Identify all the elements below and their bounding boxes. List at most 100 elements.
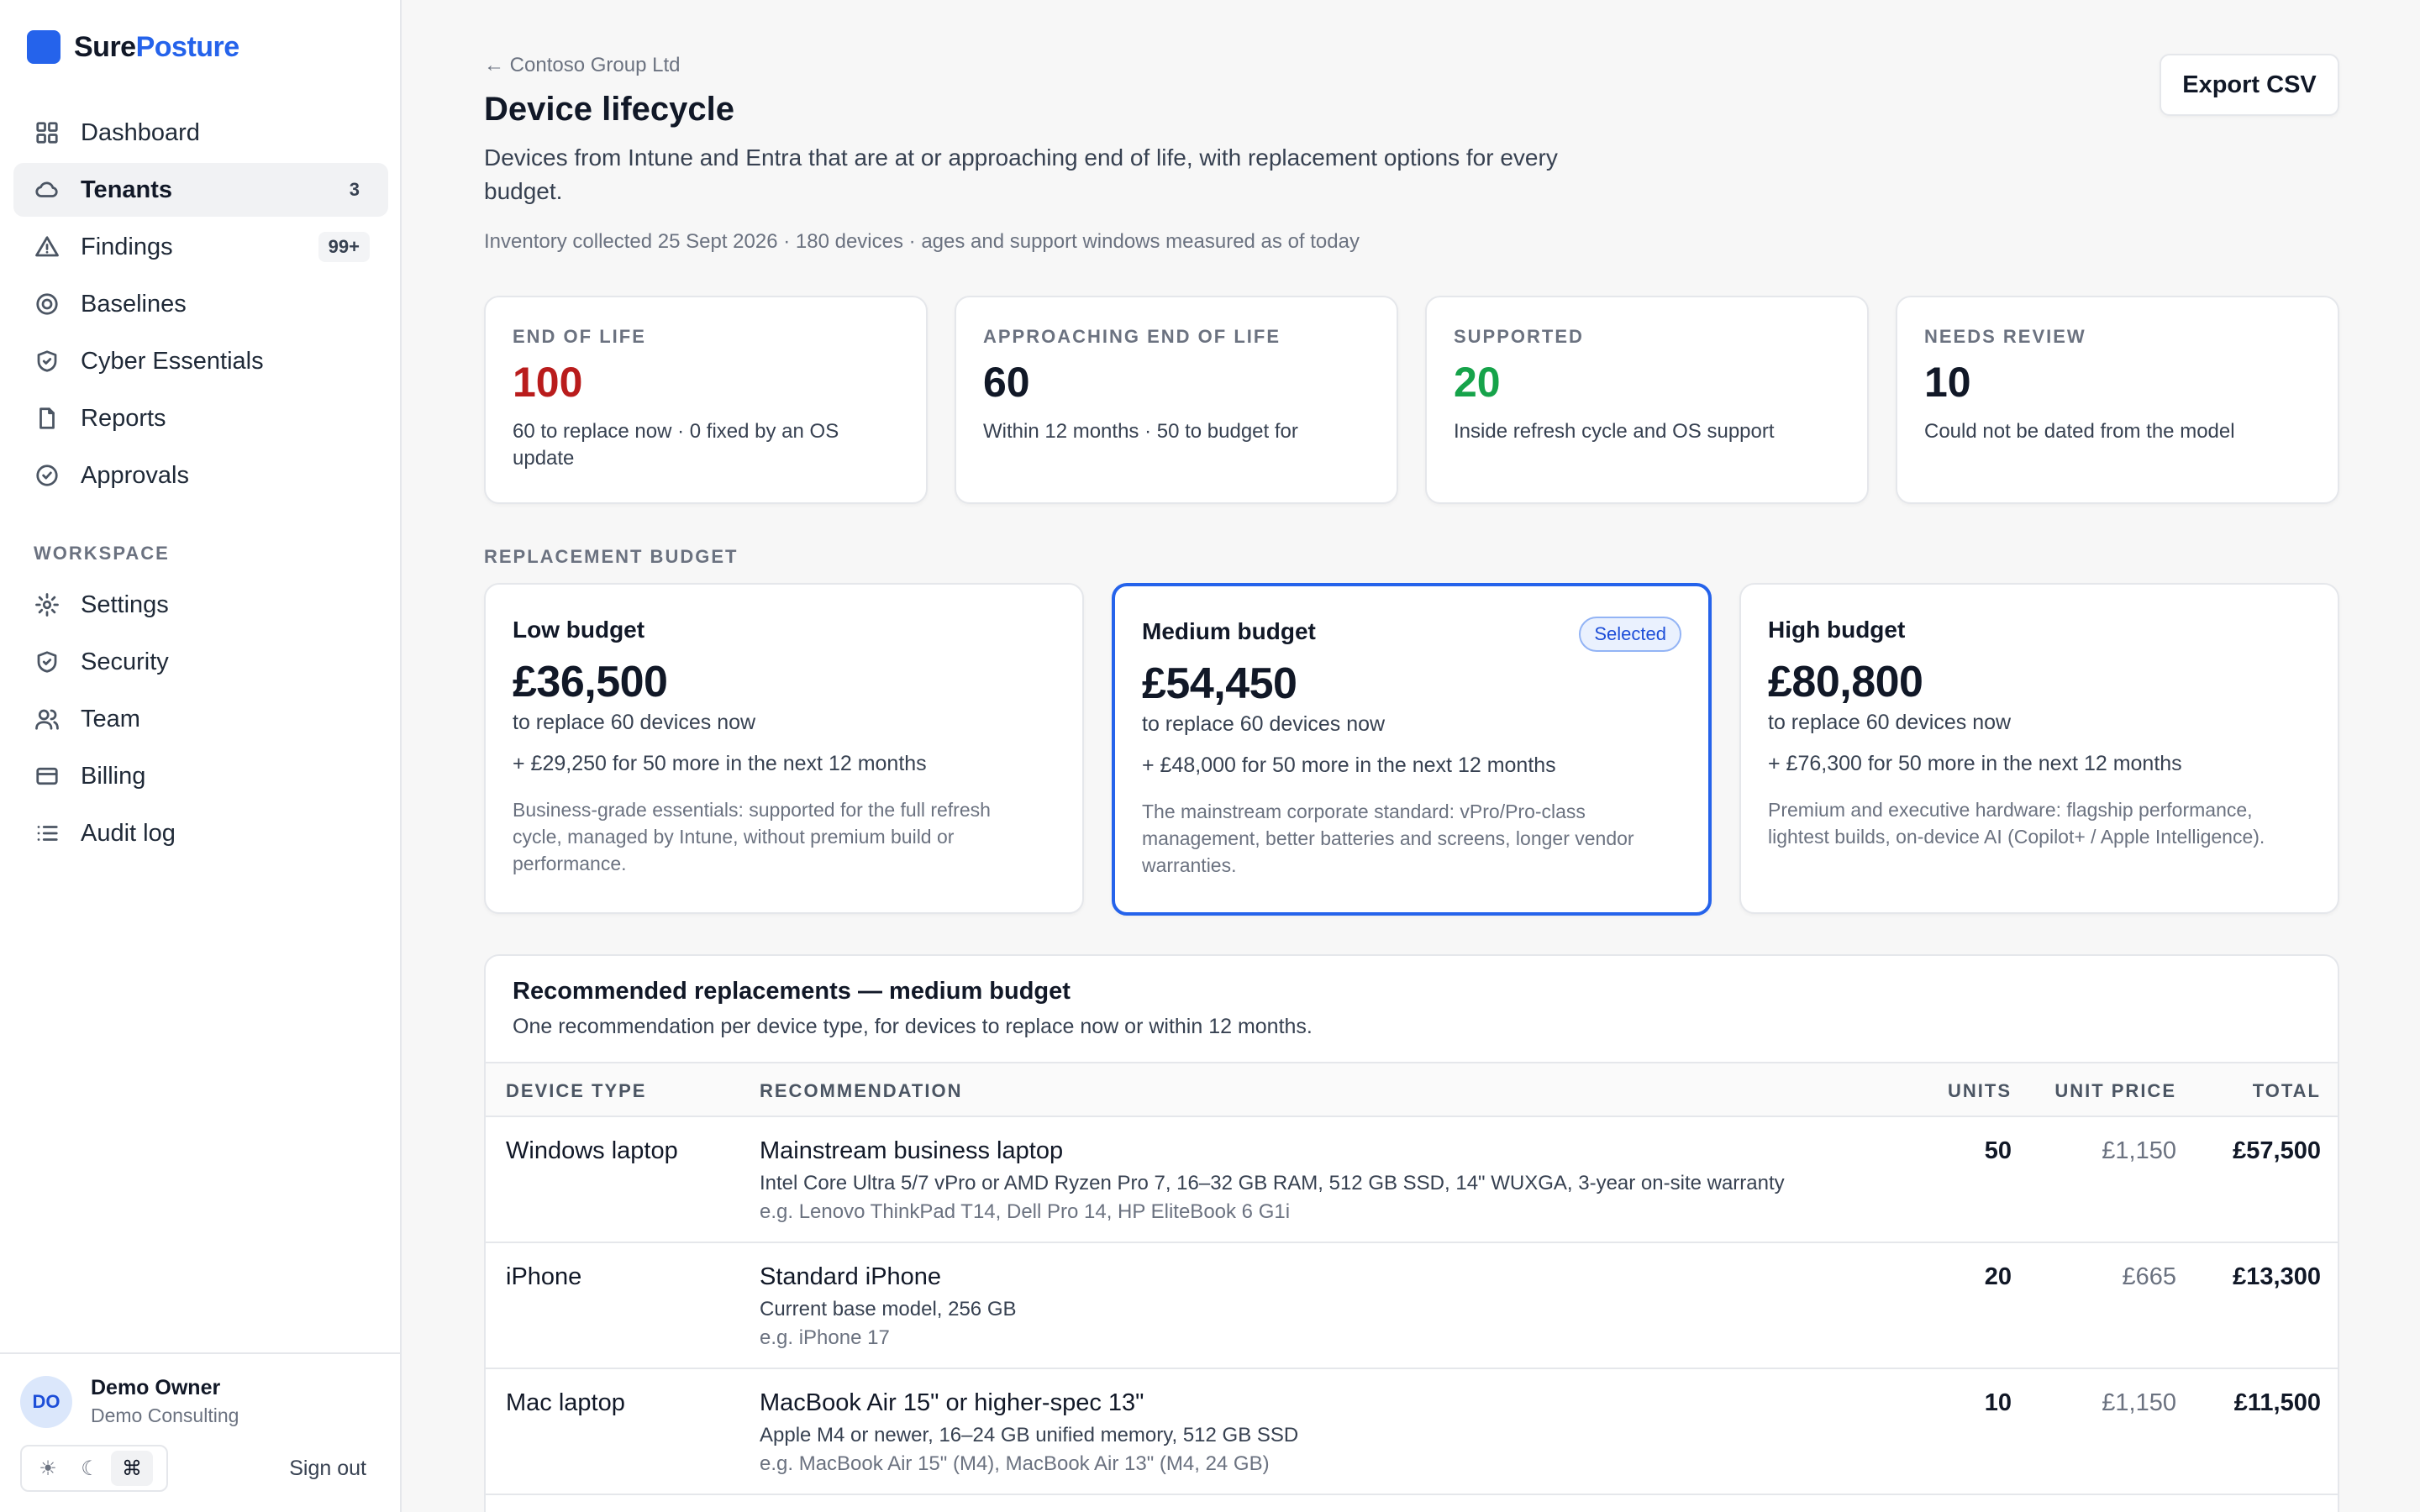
budget-card-high[interactable]: High budget £80,800 to replace 60 device… (1739, 583, 2339, 914)
column-header-device-type[interactable]: DEVICE TYPE (506, 1080, 646, 1102)
sidebar-item-settings[interactable]: Settings (13, 578, 388, 632)
sidebar-item-baselines[interactable]: Baselines (13, 277, 388, 331)
recommendations-table-card: Recommended replacements — medium budget… (484, 954, 2339, 1512)
cell-recommendation: Standard iPhone Current base model, 256 … (760, 1263, 1017, 1350)
user-org: Demo Consulting (91, 1404, 239, 1426)
budget-sub: to replace 60 devices now (513, 711, 756, 734)
recommendations-subtitle: One recommendation per device type, for … (513, 1015, 1313, 1038)
cell-total: £13,300 (2233, 1263, 2321, 1290)
cell-unit-price: £1,150 (2102, 1389, 2176, 1416)
budget-card-low[interactable]: Low budget £36,500 to replace 60 devices… (484, 583, 1084, 914)
table-row[interactable]: Windows laptop Mainstream business lapto… (486, 1117, 2338, 1243)
recommendation-examples: e.g. MacBook Air 15" (M4), MacBook Air 1… (760, 1452, 1270, 1475)
stat-card-approaching-eol: APPROACHING END OF LIFE 60 Within 12 mon… (955, 296, 1398, 504)
theme-switcher: ☀ ☾ ⌘ (20, 1445, 168, 1492)
column-header-unit-price[interactable]: UNIT PRICE (2054, 1080, 2176, 1102)
cell-device-type: Mac laptop (506, 1389, 625, 1416)
recommendation-spec: Intel Core Ultra 5/7 vPro or AMD Ryzen P… (760, 1172, 1785, 1194)
cell-device-type: iPhone (506, 1263, 582, 1290)
sidebar-item-tenants[interactable]: Tenants 3 (13, 163, 388, 217)
brand-name-part2: Posture (135, 30, 240, 63)
inventory-meta: Inventory collected 25 Sept 2026 · 180 d… (484, 230, 1360, 253)
system-theme-icon[interactable]: ⌘ (111, 1451, 153, 1486)
user-name: Demo Owner (91, 1376, 221, 1399)
sidebar-footer: DO Demo Owner Demo Consulting ☀ ☾ ⌘ Sign… (0, 1352, 400, 1512)
brand-name: SurePosture (74, 31, 239, 64)
sidebar-item-label: Cyber Essentials (81, 347, 264, 375)
dark-theme-icon[interactable]: ☾ (69, 1451, 111, 1486)
avatar[interactable]: DO (20, 1376, 72, 1428)
table-row[interactable]: iPhone Standard iPhone Current base mode… (486, 1243, 2338, 1369)
cell-device-type: Windows laptop (506, 1137, 678, 1164)
light-theme-icon[interactable]: ☀ (27, 1451, 69, 1486)
check-circle-icon (34, 462, 60, 489)
export-csv-button[interactable]: Export CSV (2160, 54, 2339, 116)
budget-amount: £54,450 (1142, 659, 1297, 708)
breadcrumb-back-link[interactable]: ← Contoso Group Ltd (484, 54, 680, 77)
cell-units: 10 (1984, 1389, 2012, 1416)
sidebar-item-reports[interactable]: Reports (13, 391, 388, 445)
warning-icon (34, 234, 60, 260)
column-header-total[interactable]: TOTAL (2253, 1080, 2321, 1102)
stat-card-end-of-life: END OF LIFE 100 60 to replace now · 0 fi… (484, 296, 928, 504)
sidebar-item-audit-log[interactable]: Audit log (13, 806, 388, 860)
logo-mark-icon (27, 30, 60, 64)
brand-logo[interactable]: SurePosture (27, 30, 239, 64)
recommendation-spec: Current base model, 256 GB (760, 1298, 1017, 1320)
sidebar-item-billing[interactable]: Billing (13, 749, 388, 803)
cell-unit-price: £665 (2122, 1263, 2176, 1290)
stat-sub: Inside refresh cycle and OS support (1454, 420, 1775, 443)
sidebar: SurePosture Dashboard Tenants 3 Findings… (0, 0, 402, 1512)
cell-units: 50 (1984, 1137, 2012, 1164)
sidebar-item-label: Team (81, 705, 140, 732)
budget-description: The mainstream corporate standard: vPro/… (1142, 801, 1634, 876)
sidebar-item-label: Audit log (81, 819, 176, 847)
recommendation-name: MacBook Air 15" or higher-spec 13" (760, 1389, 1144, 1416)
sidebar-item-dashboard[interactable]: Dashboard (13, 106, 388, 160)
recommendation-name: Standard iPhone (760, 1263, 942, 1290)
stat-card-needs-review: NEEDS REVIEW 10 Could not be dated from … (1896, 296, 2339, 504)
stat-sub: Within 12 months · 50 to budget for (983, 420, 1298, 443)
budget-options: Low budget £36,500 to replace 60 devices… (484, 583, 2339, 916)
stat-value: 20 (1454, 359, 1501, 406)
page-title: Device lifecycle (484, 91, 734, 128)
shield-icon (34, 648, 60, 675)
sidebar-item-cyber-essentials[interactable]: Cyber Essentials (13, 334, 388, 388)
sidebar-item-label: Findings (81, 233, 173, 260)
grid-icon (34, 119, 60, 146)
sidebar-item-label: Dashboard (81, 118, 200, 146)
budget-sub: to replace 60 devices now (1768, 711, 2012, 734)
cell-recommendation: MacBook Air 15" or higher-spec 13" Apple… (760, 1389, 1298, 1476)
stat-value: 60 (983, 359, 1030, 406)
column-header-units[interactable]: UNITS (1948, 1080, 2012, 1102)
sidebar-item-team[interactable]: Team (13, 692, 388, 746)
stat-label: END OF LIFE (513, 326, 646, 347)
stat-value: 10 (1924, 359, 1971, 406)
sidebar-item-label: Reports (81, 404, 166, 432)
sidebar-item-findings[interactable]: Findings 99+ (13, 220, 388, 274)
table-row[interactable]: Mac laptop MacBook Air 15" or higher-spe… (486, 1369, 2338, 1495)
cell-total: £11,500 (2233, 1389, 2321, 1416)
stat-sub: Could not be dated from the model (1924, 420, 2235, 443)
cloud-icon (34, 176, 60, 203)
sidebar-item-security[interactable]: Security (13, 635, 388, 689)
credit-card-icon (34, 763, 60, 790)
sign-out-link[interactable]: Sign out (289, 1457, 366, 1481)
brand-name-part1: Sure (74, 30, 136, 63)
sidebar-item-label: Settings (81, 591, 169, 618)
target-icon (34, 291, 60, 318)
column-header-recommendation[interactable]: RECOMMENDATION (760, 1080, 962, 1102)
page-description: Devices from Intune and Entra that are a… (484, 144, 1558, 204)
table-header: DEVICE TYPE RECOMMENDATION UNITS UNIT PR… (486, 1062, 2338, 1117)
budget-name: Low budget (513, 617, 645, 643)
budget-card-medium[interactable]: Medium budget Selected £54,450 to replac… (1112, 583, 1712, 916)
main-nav: Dashboard Tenants 3 Findings 99+ Baselin… (13, 106, 388, 506)
shield-check-icon (34, 348, 60, 375)
document-icon (34, 405, 60, 432)
cell-units: 20 (1984, 1263, 2012, 1290)
users-icon (34, 706, 60, 732)
sidebar-item-approvals[interactable]: Approvals (13, 449, 388, 502)
sidebar-item-label: Baselines (81, 290, 187, 318)
cell-recommendation: Mainstream business laptop Intel Core Ul… (760, 1137, 1785, 1224)
selected-badge: Selected (1579, 617, 1681, 652)
